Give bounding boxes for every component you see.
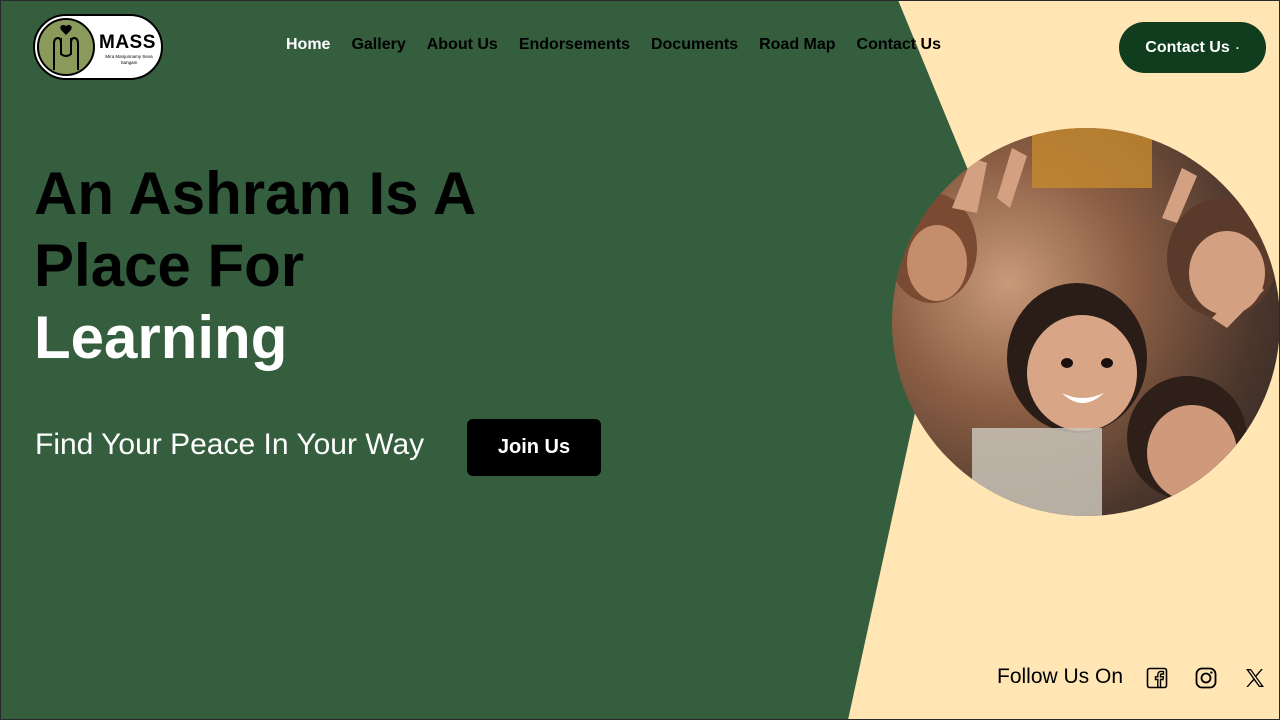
nav-road-map[interactable]: Road Map xyxy=(759,36,835,54)
hero-tagline: Find Your Peace In Your Way xyxy=(35,428,425,461)
site-logo[interactable]: MASS Mira Manjunnamy Seva Sangam xyxy=(33,14,163,80)
hero-title: An Ashram Is A Place For Learning xyxy=(34,158,476,374)
dot-icon: · xyxy=(1235,40,1240,55)
contact-us-label: Contact Us xyxy=(1145,38,1230,56)
hero-children-photo xyxy=(892,128,1280,516)
logo-hands-icon xyxy=(37,18,95,76)
hero-title-line-2: Place For xyxy=(34,232,305,299)
nav-documents[interactable]: Documents xyxy=(651,36,738,54)
instagram-icon[interactable] xyxy=(1194,666,1218,690)
join-us-button[interactable]: Join Us xyxy=(467,419,601,476)
nav-home[interactable]: Home xyxy=(286,36,330,54)
hero-title-line-3: Learning xyxy=(34,304,288,371)
main-nav: Home Gallery About Us Endorsements Docum… xyxy=(286,36,962,54)
nav-contact-us[interactable]: Contact Us xyxy=(857,36,941,54)
contact-us-button[interactable]: Contact Us · xyxy=(1119,22,1266,73)
follow-us-label: Follow Us On xyxy=(997,665,1124,688)
nav-endorsements[interactable]: Endorsements xyxy=(519,36,630,54)
nav-about-us[interactable]: About Us xyxy=(427,36,498,54)
hero-title-line-1: An Ashram Is A xyxy=(34,160,477,227)
nav-gallery[interactable]: Gallery xyxy=(351,36,405,54)
logo-title: MASS xyxy=(99,32,156,53)
logo-subtitle: Mira Manjunnamy Seva Sangam xyxy=(105,54,153,65)
facebook-icon[interactable] xyxy=(1145,666,1169,690)
x-icon[interactable] xyxy=(1243,666,1267,690)
